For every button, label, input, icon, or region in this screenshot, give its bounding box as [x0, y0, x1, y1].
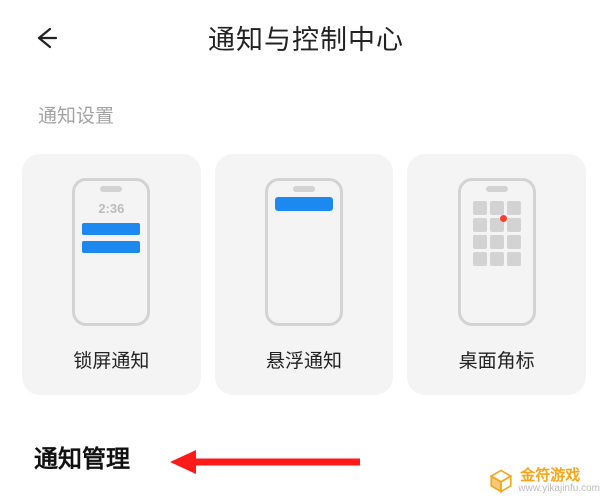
card-label: 桌面角标 — [459, 346, 535, 373]
phone-notch — [293, 186, 315, 192]
watermark-text: 金符游戏 www.yikajinfu.com — [520, 468, 600, 494]
phone-notch — [486, 186, 508, 192]
app-icon — [507, 218, 521, 232]
floating-notification-bar — [275, 197, 333, 211]
app-icon — [507, 252, 521, 266]
header: 通知与控制中心 — [0, 0, 608, 67]
app-icon — [473, 252, 487, 266]
lock-time: 2:36 — [98, 201, 124, 216]
app-icon-grid — [473, 201, 521, 266]
badge-dot-icon — [500, 215, 507, 222]
cube-icon — [488, 468, 514, 494]
card-lockscreen-notification[interactable]: 2:36 锁屏通知 — [22, 154, 201, 395]
app-icon — [473, 218, 487, 232]
cards-row: 2:36 锁屏通知 悬浮通知 — [0, 128, 608, 395]
card-desktop-badge[interactable]: 桌面角标 — [407, 154, 586, 395]
phone-preview-floating — [265, 178, 343, 326]
phone-notch — [100, 186, 122, 192]
app-icon — [490, 201, 504, 215]
section-label: 通知设置 — [0, 67, 608, 128]
page-title: 通知与控制中心 — [208, 18, 404, 57]
notification-bar — [82, 241, 140, 253]
app-icon — [473, 201, 487, 215]
app-icon — [490, 252, 504, 266]
app-icon-with-badge — [490, 218, 504, 232]
card-label: 锁屏通知 — [73, 346, 149, 373]
app-icon — [507, 201, 521, 215]
card-label: 悬浮通知 — [266, 346, 342, 373]
app-icon — [490, 235, 504, 249]
app-icon — [473, 235, 487, 249]
notification-management[interactable]: 通知管理 — [0, 395, 608, 474]
notification-bar — [82, 223, 140, 235]
phone-preview-badge — [458, 178, 536, 326]
watermark: 金符游戏 www.yikajinfu.com — [488, 468, 600, 494]
app-icon — [507, 235, 521, 249]
title-wrap: 通知与控制中心 — [28, 18, 584, 57]
watermark-url: www.yikajinfu.com — [518, 483, 600, 494]
phone-preview-lockscreen: 2:36 — [72, 178, 150, 326]
card-floating-notification[interactable]: 悬浮通知 — [215, 154, 394, 395]
